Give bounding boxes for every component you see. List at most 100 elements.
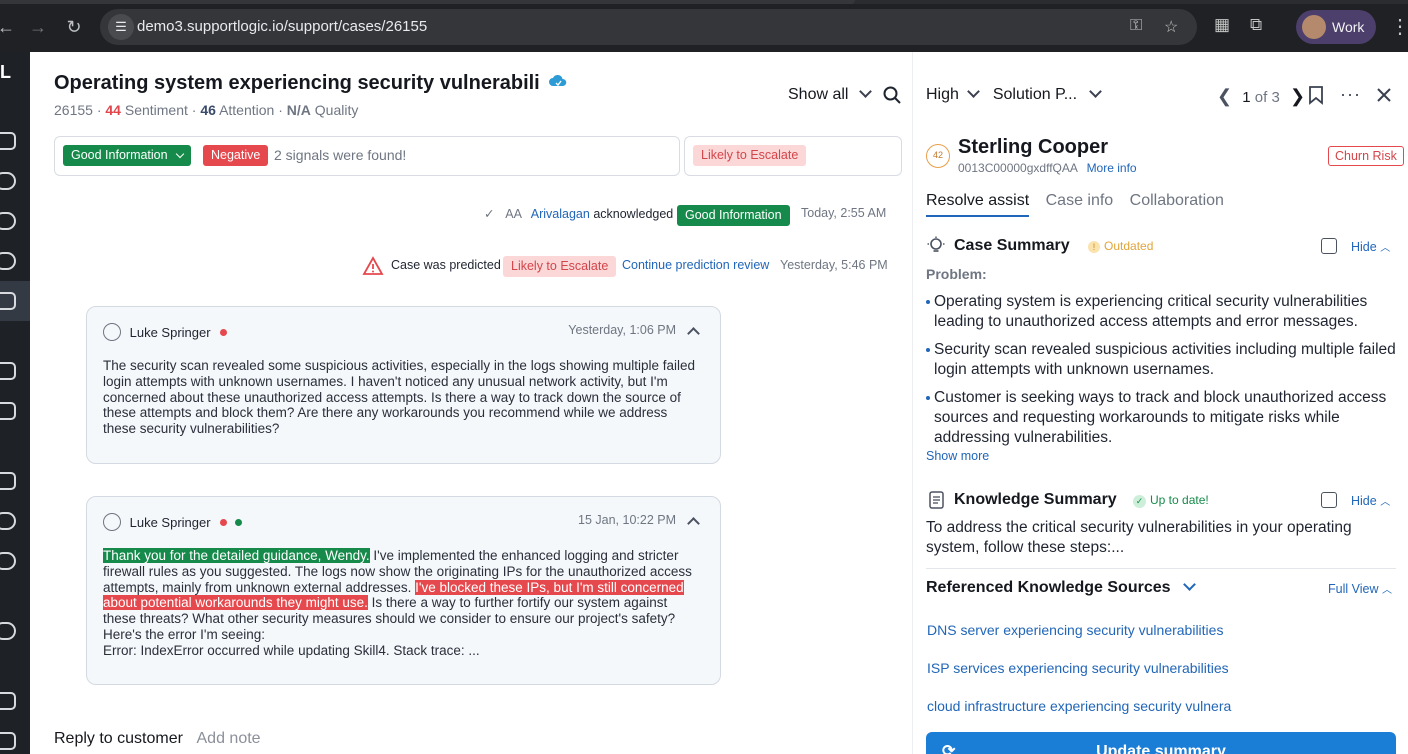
bookmark-star-icon[interactable]: ☆ [1164,17,1178,37]
knowledge-source-link[interactable]: cloud infrastructure experiencing securi… [927,698,1231,714]
show-all-dropdown[interactable]: Show all [788,85,872,104]
hide-case-summary-link[interactable]: Hide ︿ [1351,239,1390,254]
sidebar-cloud-icon[interactable] [0,552,16,570]
page-total: of 3 [1254,89,1280,106]
chevron-up-icon: ︿ [1380,497,1391,508]
warning-icon: ! [1088,241,1100,253]
update-summary-button[interactable]: ⟳ Update summary [926,732,1396,754]
show-more-link[interactable]: Show more [926,449,989,463]
up-to-date-status: ✓ Up to date! [1133,493,1209,508]
chevron-down-icon [859,85,872,98]
reload-icon[interactable]: ↻ [62,14,86,40]
chevron-up-icon: ︿ [1381,585,1392,596]
password-key-icon[interactable]: ⚿ [1130,17,1142,35]
address-bar[interactable]: ☰ demo3.supportlogic.io/support/cases/26… [100,9,1197,45]
sidebar-speed-icon[interactable] [0,692,16,710]
positive-dot [234,519,242,526]
problem-bullets: Operating system is experiencing critica… [926,292,1396,447]
sidebar-list-icon[interactable] [0,472,16,490]
panel-divider [912,52,913,754]
refresh-icon: ⟳ [942,743,956,754]
qr-code-icon[interactable]: ▦ [1214,15,1230,35]
ack-user-link[interactable]: Arivalagan [531,207,590,221]
attention-score: 46 [200,102,216,118]
sidebar-target-icon[interactable] [0,622,16,640]
sidebar-clock-icon[interactable] [0,512,16,530]
browser-menu-icon[interactable]: ⋮ [1390,14,1408,39]
sidebar-document-icon[interactable] [0,362,16,380]
problem-label: Problem: [926,266,987,282]
acknowledgement-row: ✓ AA Arivalagan acknowledged [484,206,673,221]
sidebar-inbox-icon[interactable] [0,132,16,150]
tab-add-note[interactable]: Add note [197,730,261,747]
document-icon [929,491,944,509]
knowledge-summary-text: To address the critical security vulnera… [926,519,1352,556]
prediction-text: Case was predicted [391,258,501,272]
more-info-link[interactable]: More info [1087,161,1137,175]
tab-resolve-assist[interactable]: Resolve assist [926,192,1030,217]
url-text[interactable]: demo3.supportlogic.io/support/cases/2615… [137,18,427,35]
sentiment-score: 44 [105,102,121,118]
extensions-icon[interactable]: ⧉ [1250,15,1262,35]
priority-dropdown[interactable]: High Solution P... [926,85,1103,104]
avatar [1302,15,1326,39]
likely-to-escalate-tag[interactable]: Likely to Escalate [693,145,807,166]
quality-label: Quality [314,102,359,118]
user-avatar-icon [103,513,121,531]
chevron-up-icon[interactable] [687,517,700,530]
chevron-down-icon [1183,578,1196,591]
active-tab[interactable] [0,0,855,4]
check-circle-icon: ✓ [1133,495,1146,508]
profile-name: Work [1332,19,1365,35]
reply-tabs: Reply to customer Add note [54,730,261,748]
referenced-sources-title[interactable]: Referenced Knowledge Sources [926,578,1196,597]
app-sidebar: L [0,52,30,754]
site-settings-icon[interactable]: ☰ [108,14,134,40]
good-information-tag[interactable]: Good Information [63,145,192,166]
previous-case-icon[interactable]: ❮ [1217,86,1232,106]
sidebar-help-icon[interactable] [0,732,16,750]
separator: · [191,102,197,118]
copy-icon[interactable] [1321,238,1337,254]
separator: · [278,102,283,118]
hide-knowledge-summary-link[interactable]: Hide ︿ [1351,493,1390,508]
next-case-icon[interactable]: ❯ [1290,86,1305,106]
bookmark-icon[interactable] [1308,86,1324,105]
solution-dropdown[interactable]: Solution P... [993,86,1077,103]
sidebar-cases-icon[interactable] [0,292,16,310]
more-options-icon[interactable]: ··· [1340,84,1361,105]
divider [926,568,1396,569]
message-body: Thank you for the detailed guidance, Wen… [103,548,692,658]
message-time: Yesterday, 1:06 PM [568,323,676,337]
sidebar-user-icon[interactable] [0,252,16,270]
ack-time: Today, 2:55 AM [801,206,887,220]
full-view-link[interactable]: Full View ︿ [1328,581,1392,596]
knowledge-source-link[interactable]: ISP services experiencing security vulne… [927,660,1229,676]
search-icon[interactable] [883,86,901,104]
sidebar-report-icon[interactable] [0,402,16,420]
case-title: Operating system experiencing security v… [54,72,540,94]
sidebar-headset-icon[interactable] [0,212,16,230]
knowledge-summary-title: Knowledge Summary [954,491,1117,508]
chevron-up-icon[interactable] [687,327,700,340]
customer-id: 0013C00000gxdffQAA More info [958,161,1137,175]
forward-arrow-icon[interactable]: → [26,14,50,40]
sidebar-bell-icon[interactable] [0,172,16,190]
close-icon[interactable] [1376,87,1392,103]
chevron-up-icon: ︿ [1380,243,1391,254]
case-metrics: 26155 · 44 Sentiment · 46 Attention · N/… [54,102,358,118]
message-body: The security scan revealed some suspicio… [103,358,696,437]
case-summary-title: Case Summary [954,237,1070,254]
back-arrow-icon[interactable]: ← [0,14,18,40]
tab-case-info[interactable]: Case info [1046,192,1114,209]
continue-prediction-review-link[interactable]: Continue prediction review [622,258,769,272]
profile-button[interactable]: Work [1296,10,1376,44]
tab-collaboration[interactable]: Collaboration [1130,192,1224,209]
copy-icon[interactable] [1321,492,1337,508]
tab-reply-to-customer[interactable]: Reply to customer [54,730,183,747]
knowledge-source-link[interactable]: DNS server experiencing security vulnera… [927,622,1223,638]
case-pager: ❮ 1 of 3 ❯ [1217,86,1305,107]
chevron-down-icon [1089,85,1103,98]
list-item: Operating system is experiencing critica… [926,292,1396,332]
negative-tag[interactable]: Negative [203,145,269,166]
